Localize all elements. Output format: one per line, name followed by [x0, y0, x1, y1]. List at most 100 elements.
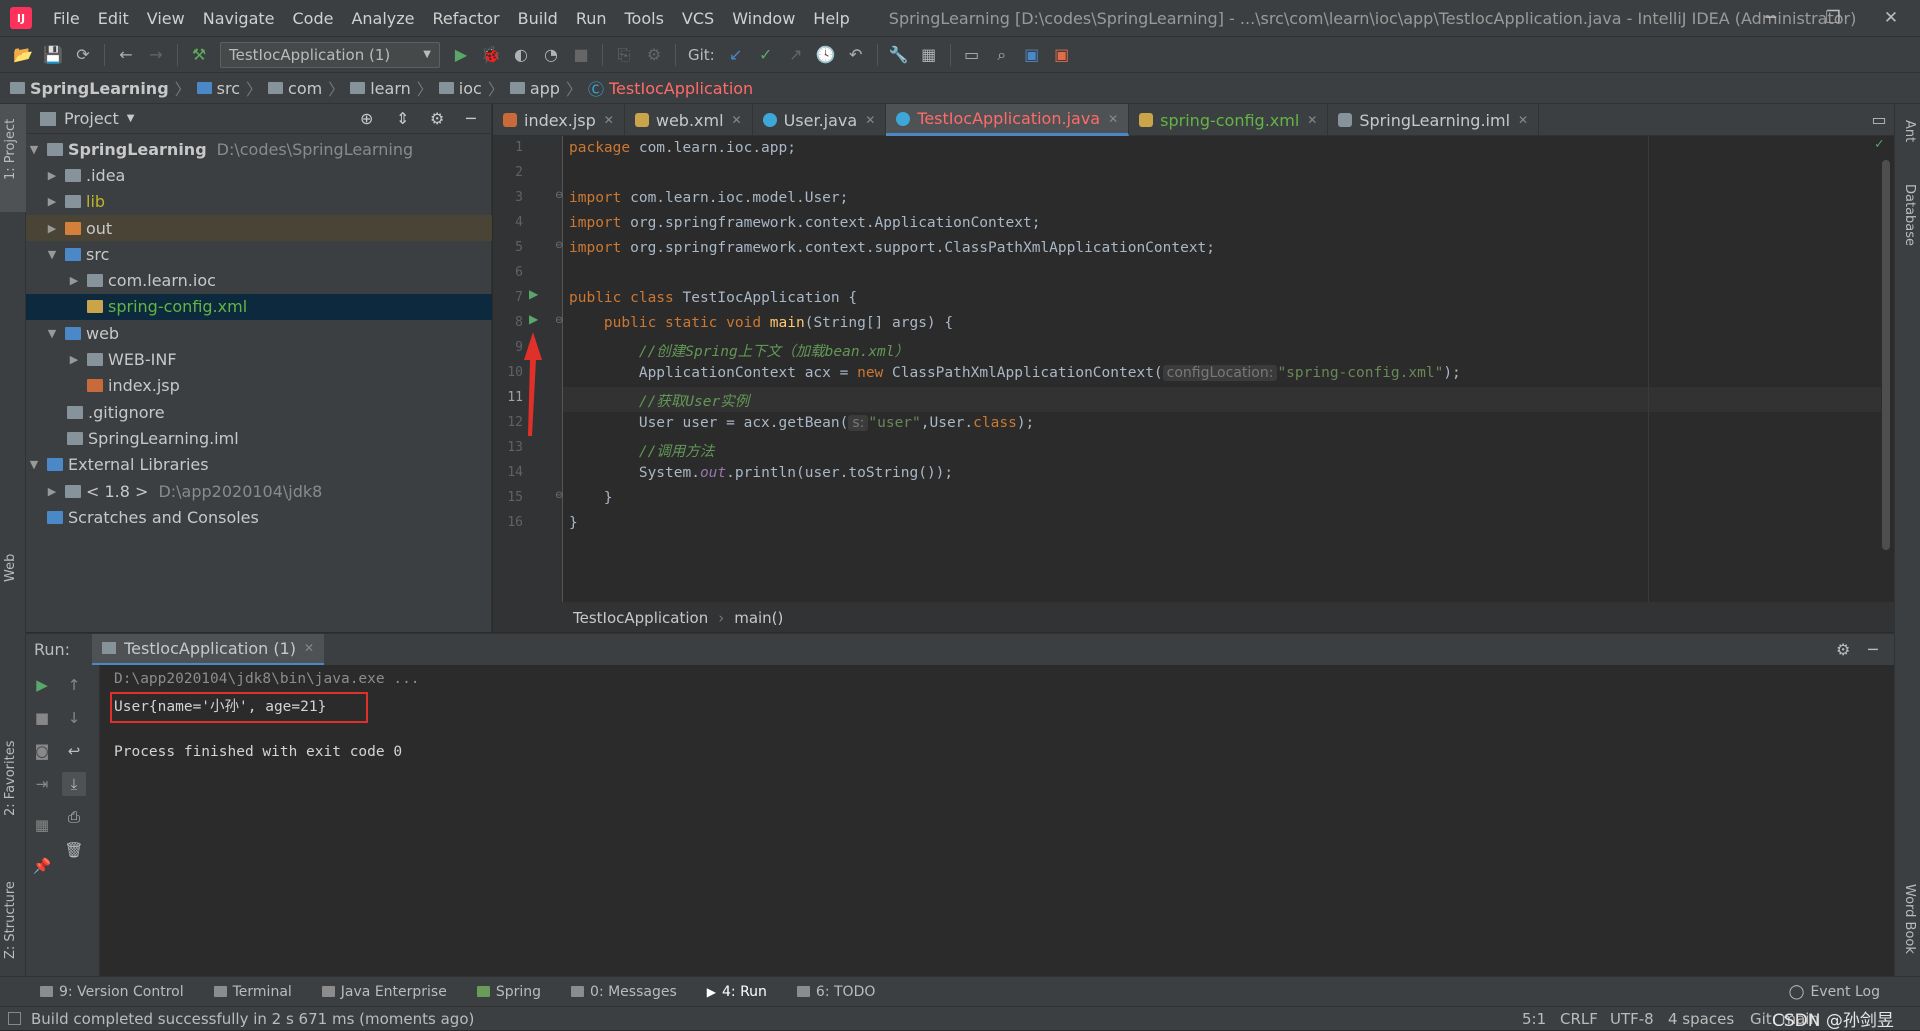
tree-item[interactable]: ▶ lib: [26, 189, 492, 215]
restore-button[interactable]: ❐: [1810, 0, 1856, 36]
event-log[interactable]: ◯ Event Log: [1789, 984, 1880, 1000]
wordbook-tool-tab[interactable]: Word Book: [1902, 884, 1917, 954]
footer-class[interactable]: TestIocApplication: [573, 609, 708, 627]
layout-icon[interactable]: ▦: [30, 813, 54, 837]
tree-item[interactable]: ▼ web: [26, 320, 492, 346]
hide-icon[interactable]: ─: [1868, 640, 1878, 659]
attach-icon[interactable]: ⎘: [609, 41, 639, 69]
tree-item[interactable]: ▶ com.learn.ioc: [26, 267, 492, 293]
chevron-down-icon[interactable]: ▼: [127, 113, 135, 124]
tab-springlearning-iml[interactable]: SpringLearning.iml ✕: [1328, 104, 1540, 136]
status-toggle-icon[interactable]: [8, 1012, 21, 1025]
coverage-icon[interactable]: ◐: [506, 41, 536, 69]
trash-icon[interactable]: 🗑: [62, 838, 86, 862]
indent-setting[interactable]: 4 spaces: [1668, 1010, 1734, 1028]
tree-item[interactable]: Scratches and Consoles: [26, 504, 492, 530]
project-view-select[interactable]: Project: [64, 109, 119, 128]
code-editor[interactable]: package com.learn.ioc.app; import com.le…: [563, 136, 1883, 602]
close-icon[interactable]: ✕: [865, 113, 875, 127]
breadcrumb-item[interactable]: SpringLearning 〉: [10, 76, 197, 100]
editor-scrollbar[interactable]: [1882, 160, 1890, 550]
gear-icon[interactable]: ⚙: [430, 109, 444, 128]
tree-item[interactable]: .gitignore: [26, 399, 492, 425]
tab-web-xml[interactable]: web.xml ✕: [625, 104, 753, 136]
tab-java-enterprise[interactable]: Java Enterprise: [321, 984, 447, 1000]
pin-icon[interactable]: 📌: [30, 854, 54, 878]
tab-index-jsp[interactable]: index.jsp ✕: [493, 104, 625, 136]
menu-file[interactable]: File: [44, 9, 89, 28]
tree-item[interactable]: ▼ External Libraries: [26, 452, 492, 478]
tab-messages[interactable]: 0: Messages: [571, 984, 677, 1000]
open-folder-icon[interactable]: 📂: [8, 41, 38, 69]
maximize-editor-icon[interactable]: ▭: [1864, 104, 1894, 135]
close-icon[interactable]: ✕: [304, 641, 314, 655]
tree-item[interactable]: ▼ SpringLearning D:\codes\SpringLearning: [26, 136, 492, 162]
wrench-icon[interactable]: 🔧: [884, 41, 914, 69]
debug-icon[interactable]: 🐞: [476, 41, 506, 69]
tree-item[interactable]: ▶ WEB-INF: [26, 346, 492, 372]
menu-help[interactable]: Help: [804, 9, 858, 28]
menu-code[interactable]: Code: [284, 9, 343, 28]
office-icon[interactable]: ▣: [1047, 41, 1077, 69]
scroll-to-end-icon[interactable]: ⤓: [62, 772, 86, 796]
translate-icon[interactable]: ▣: [1017, 41, 1047, 69]
tab-testiocapplication-java[interactable]: TestIocApplication.java ✕: [886, 104, 1130, 136]
menu-view[interactable]: View: [138, 9, 194, 28]
breadcrumb-item[interactable]: Ⓒ TestIocApplication: [588, 76, 753, 100]
tab-spring-config-xml[interactable]: spring-config.xml ✕: [1129, 104, 1329, 136]
breadcrumb-item[interactable]: com 〉: [268, 76, 350, 100]
build-hammer-icon[interactable]: ⚒: [184, 41, 214, 69]
run-console[interactable]: D:\app2020104\jdk8\bin\java.exe ... User…: [100, 665, 1894, 976]
tree-item[interactable]: ▼ src: [26, 241, 492, 267]
breadcrumb-item[interactable]: app 〉: [509, 76, 588, 100]
save-icon[interactable]: 💾: [38, 41, 68, 69]
menu-build[interactable]: Build: [509, 9, 567, 28]
history-icon[interactable]: 🕓: [811, 41, 841, 69]
stop-icon[interactable]: ■: [566, 41, 596, 69]
menu-analyze[interactable]: Analyze: [342, 9, 423, 28]
favorites-tool-tab[interactable]: 2: Favorites: [3, 740, 18, 816]
down-arrow-icon[interactable]: ↓: [62, 706, 86, 730]
project-structure-icon[interactable]: ▦: [914, 41, 944, 69]
cursor-position[interactable]: 5:1: [1522, 1010, 1546, 1028]
profile-icon[interactable]: ◔: [536, 41, 566, 69]
terminal-icon[interactable]: ▭: [957, 41, 987, 69]
revert-icon[interactable]: ↶: [841, 41, 871, 69]
menu-navigate[interactable]: Navigate: [194, 9, 284, 28]
menu-edit[interactable]: Edit: [89, 9, 138, 28]
minimize-button[interactable]: ─: [1748, 0, 1794, 36]
git-push-icon[interactable]: ↗: [781, 41, 811, 69]
git-commit-icon[interactable]: ✓: [751, 41, 781, 69]
file-encoding[interactable]: UTF-8: [1610, 1010, 1654, 1028]
tree-item[interactable]: ▶ .idea: [26, 162, 492, 188]
ant-tool-tab[interactable]: Ant: [1902, 120, 1917, 142]
close-icon[interactable]: ✕: [1108, 112, 1118, 126]
close-icon[interactable]: ✕: [1518, 113, 1528, 127]
tab-spring[interactable]: Spring: [476, 984, 541, 1000]
close-icon[interactable]: ✕: [1307, 113, 1317, 127]
search-icon[interactable]: ⌕: [987, 41, 1017, 69]
tab-todo[interactable]: 6: TODO: [796, 984, 875, 1000]
run-icon[interactable]: ▶: [446, 41, 476, 69]
project-tool-tab[interactable]: 1: Project: [3, 119, 18, 180]
menu-window[interactable]: Window: [723, 9, 804, 28]
line-separator[interactable]: CRLF: [1560, 1010, 1598, 1028]
collapse-icon[interactable]: ⇕: [396, 109, 409, 128]
hide-icon[interactable]: ─: [466, 109, 476, 128]
tab-run[interactable]: ▶ 4: Run: [707, 984, 767, 1000]
camera-icon[interactable]: ◙: [30, 739, 54, 763]
sync-icon[interactable]: ⟳: [68, 41, 98, 69]
tree-item[interactable]: spring-config.xml: [26, 293, 492, 321]
run-gutter-icon[interactable]: ▶: [529, 312, 538, 326]
structure-tool-tab[interactable]: Z: Structure: [3, 881, 18, 959]
tab-user-java[interactable]: User.java ✕: [753, 104, 887, 136]
close-icon[interactable]: ✕: [604, 113, 614, 127]
menu-vcs[interactable]: VCS: [673, 9, 723, 28]
menu-refactor[interactable]: Refactor: [424, 9, 509, 28]
run-tab[interactable]: TestIocApplication (1) ✕: [92, 633, 325, 666]
tree-item[interactable]: ▶ < 1.8 > D:\app2020104\jdk8: [26, 478, 492, 504]
rerun-icon[interactable]: ▶: [30, 673, 54, 697]
run-gutter-icon[interactable]: ▶: [529, 287, 538, 301]
tab-version-control[interactable]: 9: Version Control: [40, 984, 184, 1000]
git-update-icon[interactable]: ↙: [721, 41, 751, 69]
